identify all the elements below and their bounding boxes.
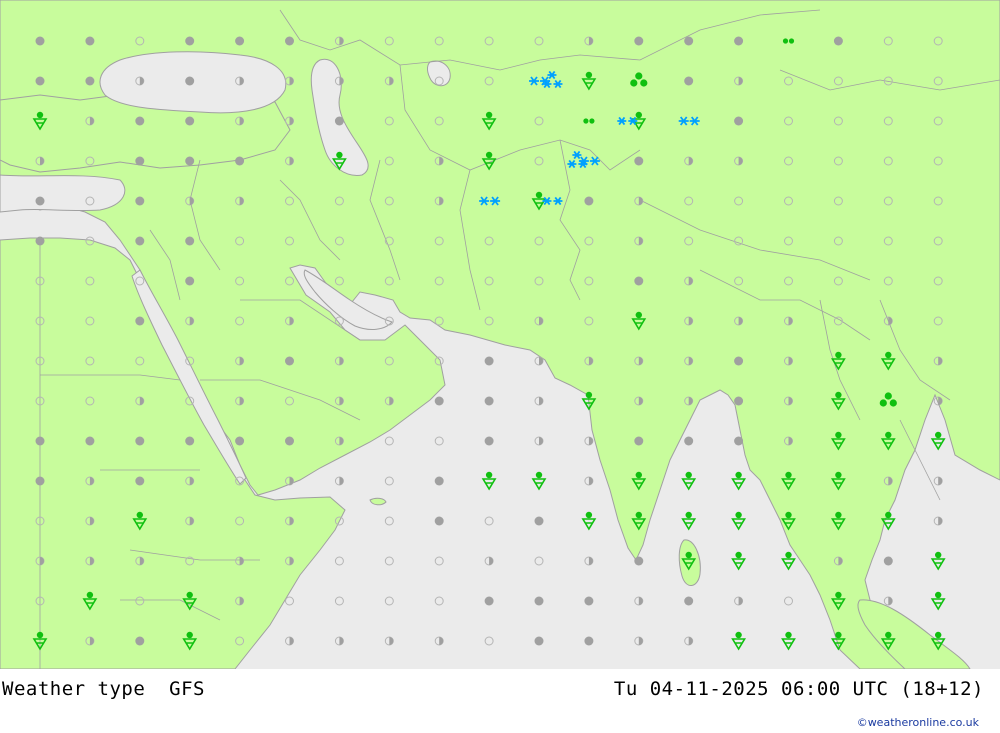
cloud-dot-icon [185,436,195,446]
cloud-dot-icon [883,556,893,566]
cloud-dot-icon [584,596,594,606]
mediterranean [0,174,126,213]
cloud-dot-icon [235,156,245,166]
cloud-dot-icon [135,436,145,446]
cloud-dot-icon [684,36,694,46]
cloud-dot-icon [484,596,494,606]
credit-link[interactable]: ©weatheronline.co.uk [857,716,979,729]
cloud-dot-icon [734,356,744,366]
cloud-dot-icon [285,36,294,46]
cloud-dot-icon [285,436,294,446]
cloud-dot-icon [434,516,444,526]
cloud-dot-icon [634,36,644,46]
cloud-dot-icon [185,276,195,286]
valid-time: Tu 04-11-2025 06:00 UTC (18+12) [613,678,984,700]
cloud-dot-icon [135,196,145,206]
cloud-dot-icon [35,36,45,46]
product-name: Weather type [2,678,146,700]
cloud-dot-icon [185,236,195,246]
cloud-dot-icon [135,316,145,326]
cloud-dot-icon [833,36,843,46]
cloud-dot-icon [434,476,444,486]
cloud-dot-icon [684,596,694,606]
weather-map [0,0,1000,669]
cloud-dot-icon [35,476,45,486]
cloud-dot-icon [185,76,195,86]
cloud-dot-icon [35,236,45,246]
cloud-dot-icon [35,76,45,86]
cloud-dot-icon [235,436,245,446]
cloud-dot-icon [534,596,544,606]
cloud-dot-icon [484,356,494,366]
cloud-dot-icon [634,276,644,286]
cloud-dot-icon [534,516,544,526]
cloud-dot-icon [634,556,644,566]
cloud-dot-icon [185,36,195,46]
cloud-dot-icon [285,356,294,366]
cloud-dot-icon [35,196,45,206]
map-title: Weather type GFS [2,678,205,700]
cloud-dot-icon [584,636,594,646]
cloud-dot-icon [734,36,744,46]
cloud-dot-icon [484,396,494,406]
cloud-dot-icon [634,436,644,446]
cloud-dot-icon [634,156,644,166]
cloud-dot-icon [185,156,195,166]
model-name: GFS [169,678,205,700]
cloud-dot-icon [85,36,95,46]
cloud-dot-icon [684,436,694,446]
cloud-dot-icon [484,436,494,446]
cloud-dot-icon [534,636,544,646]
cloud-dot-icon [684,76,694,86]
cloud-dot-icon [185,116,195,126]
cloud-dot-icon [135,156,145,166]
cloud-dot-icon [734,116,744,126]
cloud-dot-icon [235,36,245,46]
cloud-dot-icon [135,476,145,486]
cloud-dot-icon [584,196,594,206]
cloud-dot-icon [85,76,95,86]
cloud-dot-icon [135,636,145,646]
cloud-dot-icon [734,396,744,406]
cloud-dot-icon [135,116,145,126]
land-socotra [369,497,387,506]
cloud-dot-icon [35,436,45,446]
cloud-dot-icon [135,236,145,246]
cloud-dot-icon [734,436,744,446]
cloud-dot-icon [434,396,444,406]
cloud-dot-icon [85,436,95,446]
cloud-dot-icon [334,116,344,126]
